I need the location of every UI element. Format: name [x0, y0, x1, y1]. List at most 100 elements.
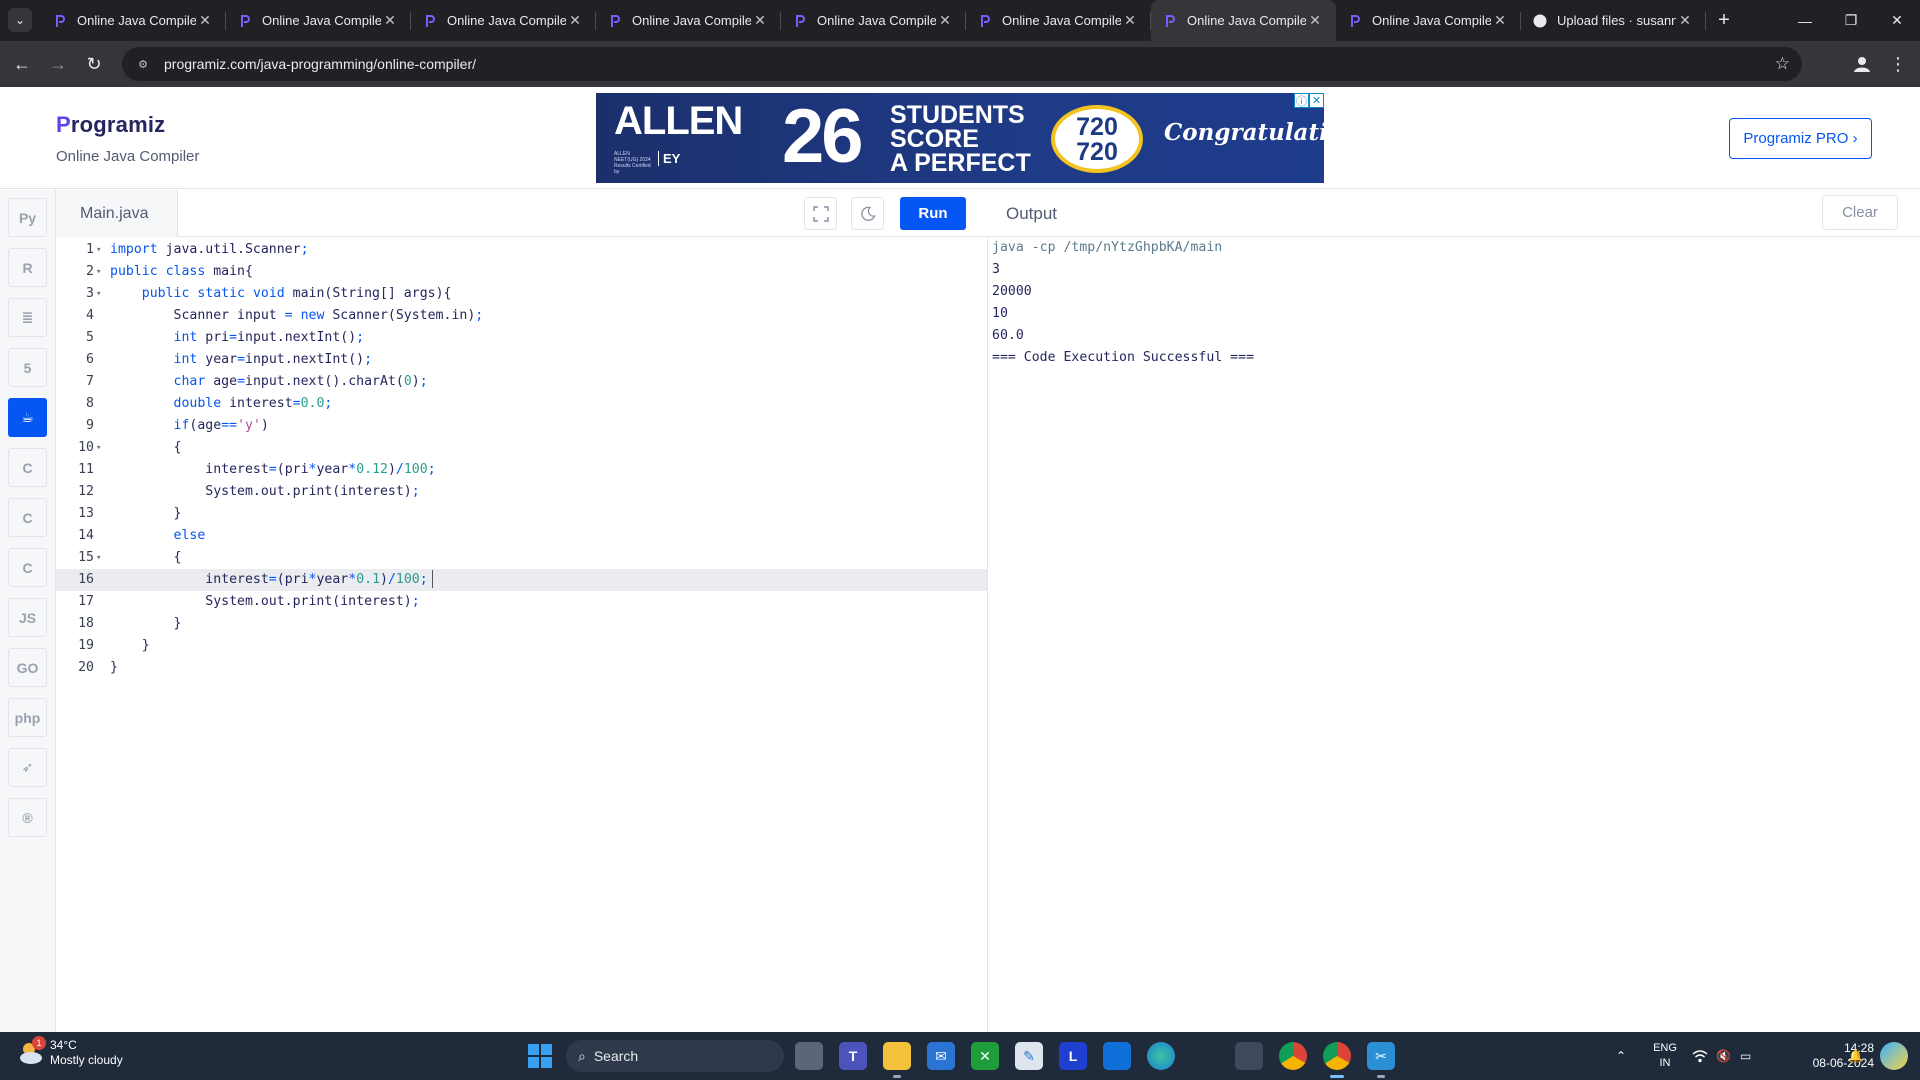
browser-tab[interactable]: Online Java Compiler ✕ [41, 0, 226, 41]
java-icon[interactable]: ☕ [8, 398, 47, 437]
task-view-icon[interactable] [795, 1042, 823, 1070]
restore-icon[interactable]: ❐ [1828, 0, 1874, 41]
site-info-icon[interactable]: ⚙ [134, 55, 152, 73]
file-tab-main-java[interactable]: Main.java [56, 190, 178, 237]
code-line[interactable]: 12 System.out.print(interest); [56, 481, 987, 503]
tab-close-icon[interactable]: ✕ [1676, 12, 1694, 29]
browser-tab[interactable]: Online Java Compiler ✕ [781, 0, 966, 41]
swift-icon[interactable]: ➶ [8, 748, 47, 787]
windows-start-icon[interactable] [528, 1044, 552, 1068]
code-text[interactable]: interest=(pri*year*0.1)/100; [110, 569, 433, 591]
code-text[interactable]: } [110, 635, 150, 657]
fold-arrow-icon[interactable]: ▾ [96, 437, 104, 459]
code-text[interactable]: } [110, 613, 182, 635]
taskbar-search[interactable]: ⌕ Search [566, 1040, 784, 1072]
code-text[interactable]: import java.util.Scanner; [110, 239, 309, 261]
minimize-icon[interactable]: — [1782, 0, 1828, 41]
code-text[interactable]: System.out.print(interest); [110, 481, 419, 503]
code-line[interactable]: 4 Scanner input = new Scanner(System.in)… [56, 305, 987, 327]
code-text[interactable]: { [110, 547, 182, 569]
tab-close-icon[interactable]: ✕ [751, 12, 769, 29]
fold-arrow-icon[interactable]: ▾ [96, 283, 104, 305]
notepad-icon[interactable]: ✎ [1015, 1042, 1043, 1070]
bookmark-star-icon[interactable]: ☆ [1775, 54, 1790, 74]
ad-close-icon[interactable]: ✕ [1309, 93, 1324, 108]
store-icon[interactable] [1103, 1042, 1131, 1070]
close-window-icon[interactable]: ✕ [1874, 0, 1920, 41]
reload-icon[interactable]: ↻ [80, 50, 108, 78]
code-text[interactable]: int pri=input.nextInt(); [110, 327, 365, 349]
code-line[interactable]: 9 if(age=='y') [56, 415, 987, 437]
code-text[interactable]: interest=(pri*year*0.12)/100; [110, 459, 435, 481]
address-bar[interactable]: ⚙ programiz.com/java-programming/online-… [122, 47, 1802, 81]
chrome-icon[interactable] [1279, 1042, 1307, 1070]
tab-close-icon[interactable]: ✕ [936, 12, 954, 29]
show-hidden-icons[interactable]: ⌃ [1616, 1032, 1626, 1080]
speaker-muted-icon[interactable]: 🔇 [1716, 1032, 1731, 1080]
code-text[interactable]: public class main{ [110, 261, 253, 283]
php-icon[interactable]: php [8, 698, 47, 737]
tab-close-icon[interactable]: ✕ [1491, 12, 1509, 29]
chrome-active-icon[interactable] [1323, 1042, 1351, 1078]
tab-close-icon[interactable]: ✕ [381, 12, 399, 29]
teams-icon[interactable]: T [839, 1042, 867, 1070]
browser-tab[interactable]: Online Java Compiler ✕ [226, 0, 411, 41]
notification-icon[interactable]: 🔔 [1848, 1032, 1863, 1080]
code-line[interactable]: 5 int pri=input.nextInt(); [56, 327, 987, 349]
fold-arrow-icon[interactable]: ▾ [96, 239, 104, 261]
code-editor[interactable]: 1 ▾ import java.util.Scanner; 2 ▾ public clas… [56, 237, 988, 1032]
rust-icon[interactable]: ® [8, 798, 47, 837]
code-line[interactable]: 13 } [56, 503, 987, 525]
code-line[interactable]: 14 else [56, 525, 987, 547]
sql-icon[interactable]: ≣ [8, 298, 47, 337]
wifi-icon[interactable] [1692, 1032, 1708, 1080]
input-language[interactable]: ENG IN [1650, 1041, 1680, 1071]
code-line[interactable]: 19 } [56, 635, 987, 657]
code-line[interactable]: 15 ▾ { [56, 547, 987, 569]
kebab-menu-icon[interactable]: ⋮ [1884, 50, 1912, 78]
code-line[interactable]: 17 System.out.print(interest); [56, 591, 987, 613]
c-icon[interactable]: C [8, 448, 47, 487]
code-line[interactable]: 11 interest=(pri*year*0.12)/100; [56, 459, 987, 481]
code-line[interactable]: 20} [56, 657, 987, 679]
code-text[interactable]: Scanner input = new Scanner(System.in); [110, 305, 484, 327]
fold-arrow-icon[interactable]: ▾ [96, 261, 104, 283]
tab-search-dropdown-icon[interactable]: ⌄ [8, 8, 32, 32]
browser-tab[interactable]: Online Java Compiler ✕ [966, 0, 1151, 41]
code-text[interactable]: } [110, 657, 118, 679]
run-button[interactable]: Run [900, 197, 966, 230]
edge-icon[interactable] [1147, 1042, 1175, 1070]
programiz-pro-button[interactable]: Programiz PRO › [1729, 118, 1872, 159]
tab-close-icon[interactable]: ✕ [1306, 12, 1324, 29]
clear-button[interactable]: Clear [1822, 195, 1898, 230]
code-line[interactable]: 18 } [56, 613, 987, 635]
code-line[interactable]: 2 ▾ public class main{ [56, 261, 987, 283]
go-icon[interactable]: GO [8, 648, 47, 687]
browser-tab[interactable]: Upload files · susann ✕ [1521, 0, 1706, 41]
profile-icon[interactable] [1848, 50, 1876, 78]
code-text[interactable]: char age=input.next().charAt(0); [110, 371, 428, 393]
fullscreen-icon[interactable] [804, 197, 837, 230]
code-line[interactable]: 1 ▾ import java.util.Scanner; [56, 239, 987, 261]
battery-icon[interactable]: ▭ [1740, 1032, 1751, 1080]
code-line[interactable]: 10 ▾ { [56, 437, 987, 459]
python-icon[interactable]: Py [8, 198, 47, 237]
csharp-icon[interactable]: C [8, 548, 47, 587]
code-text[interactable]: } [110, 503, 182, 525]
url-text[interactable]: programiz.com/java-programming/online-co… [164, 56, 476, 72]
snipping-tool-icon[interactable]: ✂ [1367, 1042, 1395, 1078]
weather-widget[interactable]: 1 34°C Mostly cloudy [16, 1036, 123, 1068]
tab-close-icon[interactable]: ✕ [196, 12, 214, 29]
dark-mode-moon-icon[interactable] [851, 197, 884, 230]
code-line[interactable]: 16 interest=(pri*year*0.1)/100; [56, 569, 987, 591]
r-icon[interactable]: R [8, 248, 47, 287]
code-text[interactable]: System.out.print(interest); [110, 591, 419, 613]
tab-close-icon[interactable]: ✕ [566, 12, 584, 29]
browser-tab[interactable]: Online Java Compiler ✕ [411, 0, 596, 41]
code-text[interactable]: double interest=0.0; [110, 393, 333, 415]
code-line[interactable]: 8 double interest=0.0; [56, 393, 987, 415]
advertisement-banner[interactable]: ALLEN ALLEN NEET(UG) 2024 Results Certif… [596, 93, 1324, 183]
code-text[interactable]: if(age=='y') [110, 415, 269, 437]
l-app-icon[interactable]: L [1059, 1042, 1087, 1070]
ad-info-icon[interactable]: ⓘ [1294, 93, 1309, 108]
